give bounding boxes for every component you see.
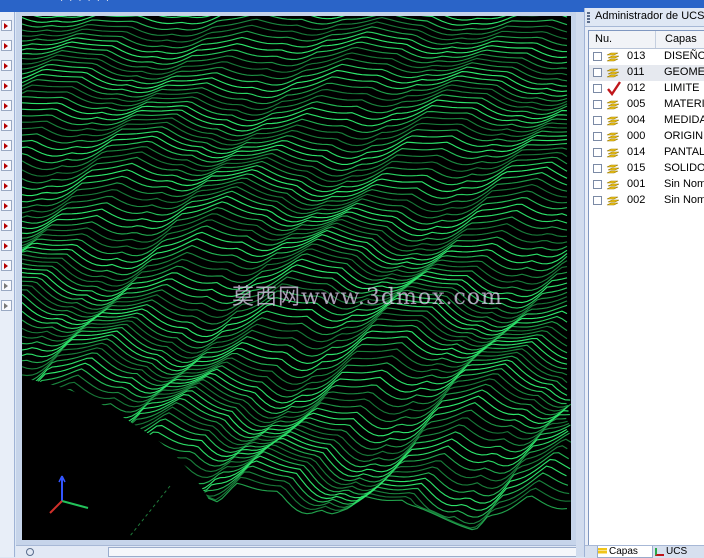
arrow-tool-icon[interactable] [1,20,12,31]
layer-visibility-checkbox[interactable] [593,196,602,205]
layer-icon [606,164,619,174]
layer-visibility-checkbox[interactable] [593,164,602,173]
layer-name: Sin Nom [664,194,704,206]
layer-number: 002 [627,194,646,206]
layer-name: LIMITE [664,82,700,94]
arrow-tool-icon[interactable] [1,180,12,191]
arrow-tool-icon[interactable] [1,260,12,271]
layer-name: ORIGIN [664,130,704,142]
arrow-tool-icon[interactable] [1,40,12,51]
layer-number: 011 [627,66,645,78]
layer-table-header: Nu. Capas [589,31,704,49]
layer-name: SOLIDO [664,162,704,174]
layer-visibility-checkbox[interactable] [593,52,602,61]
layer-number: 013 [627,50,646,62]
layer-table: Nu. Capas 013 DISEÑO 011 GEOME 012 LIMITE 005 M… [588,30,704,547]
layer-icon [606,116,619,126]
layer-icon [606,196,619,206]
ucs-axes-icon [655,548,664,556]
arrow-tool-icon[interactable] [1,120,12,131]
terrain-mesh [22,16,571,540]
title-bar-grip: ······ [60,0,116,7]
layer-row[interactable]: 000 ORIGIN [589,129,704,145]
layer-number: 005 [627,98,646,110]
layer-visibility-checkbox[interactable] [593,100,602,109]
arrow-tool-icon[interactable] [1,60,12,71]
column-divider[interactable] [655,31,656,48]
arrow-tool-icon[interactable] [1,160,12,171]
left-toolbar [0,12,15,557]
tab-label: Capas [609,546,638,557]
layer-name: PANTAL [664,146,704,158]
layer-number: 015 [627,162,646,174]
layer-row[interactable]: 014 PANTAL [589,145,704,161]
layer-icon [606,180,619,190]
arrow-tool-icon[interactable] [1,280,12,291]
layer-icon [606,132,619,142]
layer-visibility-checkbox[interactable] [593,148,602,157]
panel-tabs: Capas UCS [585,545,704,558]
arrow-tool-icon[interactable] [1,200,12,211]
panel-title-bar: Administrador de UCS [585,8,704,27]
3d-viewport[interactable]: 莫西网www.3dmox.com [22,16,571,540]
command-line[interactable] [108,547,578,557]
layer-visibility-checkbox[interactable] [593,68,602,77]
layer-visibility-checkbox[interactable] [593,180,602,189]
current-layer-check-icon [607,81,621,96]
status-indicator-icon [26,548,34,556]
layer-number: 000 [627,130,646,142]
layer-icon [606,148,619,158]
layer-row[interactable]: 001 Sin Nom [589,177,704,193]
arrow-tool-icon[interactable] [1,300,12,311]
arrow-tool-icon[interactable] [1,240,12,251]
arrow-tool-icon[interactable] [1,220,12,231]
layer-icon [606,100,619,110]
layer-visibility-checkbox[interactable] [593,132,602,141]
layer-name: Sin Nom [664,178,704,190]
layer-name: GEOME [664,66,704,78]
empty-region [22,378,227,540]
panel-splitter[interactable] [576,12,584,557]
layer-row[interactable]: 002 Sin Nom [589,193,704,209]
tab-capas[interactable]: Capas [597,546,653,558]
arrow-tool-icon[interactable] [1,140,12,151]
watermark-text: 莫西网www.3dmox.com [232,285,503,310]
layer-row[interactable]: 015 SOLIDO [589,161,704,177]
layer-name: MATERI [664,98,704,110]
panel-grip-icon[interactable] [587,12,590,23]
layer-row[interactable]: 005 MATERI [589,97,704,113]
column-header-name[interactable]: Capas [665,33,697,45]
layer-row[interactable]: 013 DISEÑO [589,49,704,65]
layer-number: 001 [627,178,646,190]
panel-title: Administrador de UCS [595,10,704,22]
layer-visibility-checkbox[interactable] [593,116,602,125]
arrow-tool-icon[interactable] [1,100,12,111]
layer-row[interactable]: 011 GEOME [589,65,704,81]
status-bar [16,545,578,558]
layer-icon [606,52,619,62]
layer-name: MEDIDA [664,114,704,126]
layer-icon [606,68,619,78]
layer-row[interactable]: 012 LIMITE [589,81,704,97]
column-header-number[interactable]: Nu. [595,33,612,45]
layer-row[interactable]: 004 MEDIDA [589,113,704,129]
layer-number: 012 [627,82,646,94]
arrow-tool-icon[interactable] [1,80,12,91]
layers-icon [598,548,607,556]
tab-label: UCS [666,546,688,557]
layer-visibility-checkbox[interactable] [593,84,602,93]
layer-name: DISEÑO [664,50,704,62]
tab-ucs[interactable]: UCS [655,546,703,558]
ucs-manager-panel: Administrador de UCS Nu. Capas 013 DISEÑO… [584,8,704,558]
layer-number: 004 [627,114,646,126]
layer-number: 014 [627,146,646,158]
